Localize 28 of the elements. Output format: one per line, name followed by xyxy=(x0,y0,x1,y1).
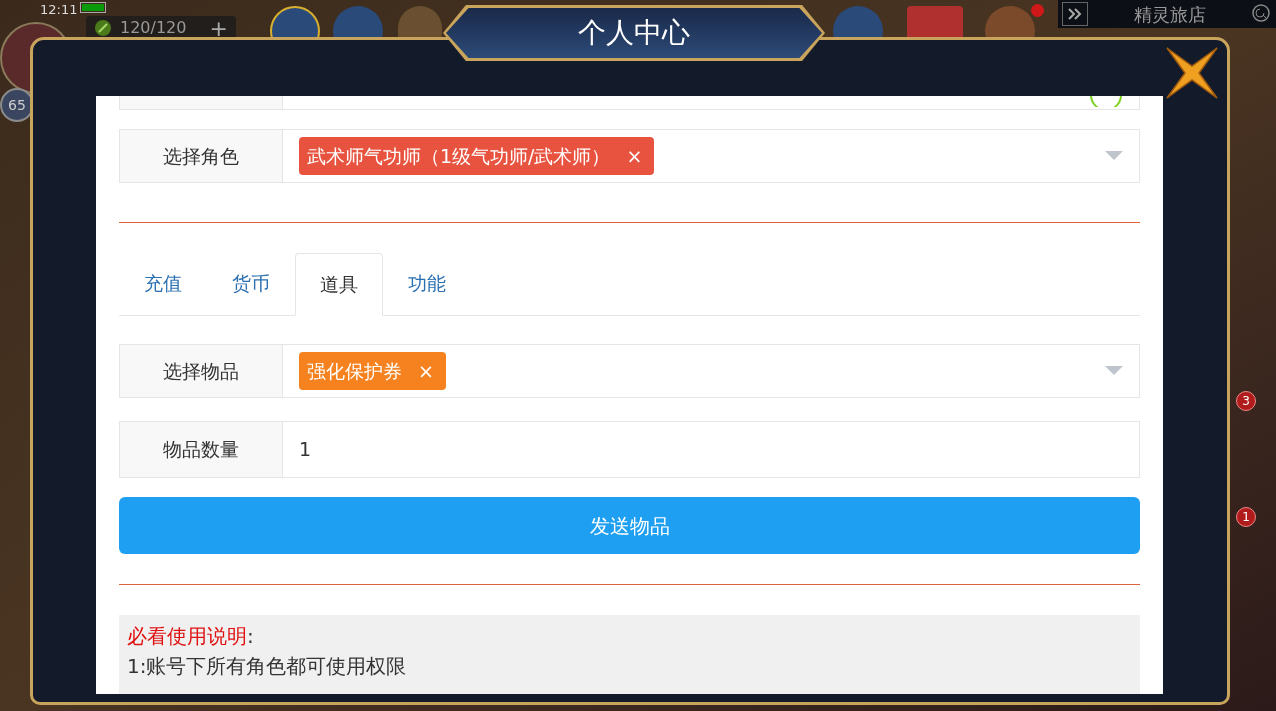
close-icon[interactable] xyxy=(1165,46,1219,100)
stamina-text: 120/120 xyxy=(120,17,187,39)
select-field[interactable]: 选择物品 强化保护券 × xyxy=(119,344,1140,398)
search-icon[interactable] xyxy=(1252,4,1272,24)
tag-text: 武术师气功师（1级气功师/武术师） xyxy=(307,143,611,169)
select-field[interactable]: 选择角色 武术师气功师（1级气功师/武术师） × xyxy=(119,129,1140,183)
battery-icon xyxy=(80,2,106,13)
field-label: 选择角色 xyxy=(120,130,283,182)
colon-text: : xyxy=(247,623,254,650)
expand-icon[interactable] xyxy=(1062,2,1088,26)
clock-text: 12:11 xyxy=(40,1,78,19)
field-label: 物品数量 xyxy=(120,422,283,477)
dropdown-caret-icon xyxy=(1105,366,1123,376)
quantity-input[interactable]: 1 xyxy=(283,422,1139,477)
leaf-icon xyxy=(94,19,112,37)
remove-tag-button[interactable]: × xyxy=(622,141,647,171)
dialog-title: 个人中心 xyxy=(578,15,690,51)
shop-title: 精灵旅店 xyxy=(1133,2,1207,27)
dropdown-caret-icon xyxy=(1105,151,1123,161)
tag-text: 强化保护券 xyxy=(307,358,402,384)
field-label: 选择物品 xyxy=(120,345,283,397)
quantity-field[interactable]: 物品数量 1 xyxy=(119,421,1140,478)
tab[interactable]: 充值 xyxy=(119,252,207,315)
notice-heading: 必看使用说明 xyxy=(127,623,247,650)
tab[interactable]: 货币 xyxy=(207,252,295,315)
tab[interactable]: 道具 xyxy=(295,253,383,316)
tab[interactable]: 功能 xyxy=(383,252,471,315)
notice-line: 1:账号下所有角色都可使用权限 xyxy=(127,653,408,680)
